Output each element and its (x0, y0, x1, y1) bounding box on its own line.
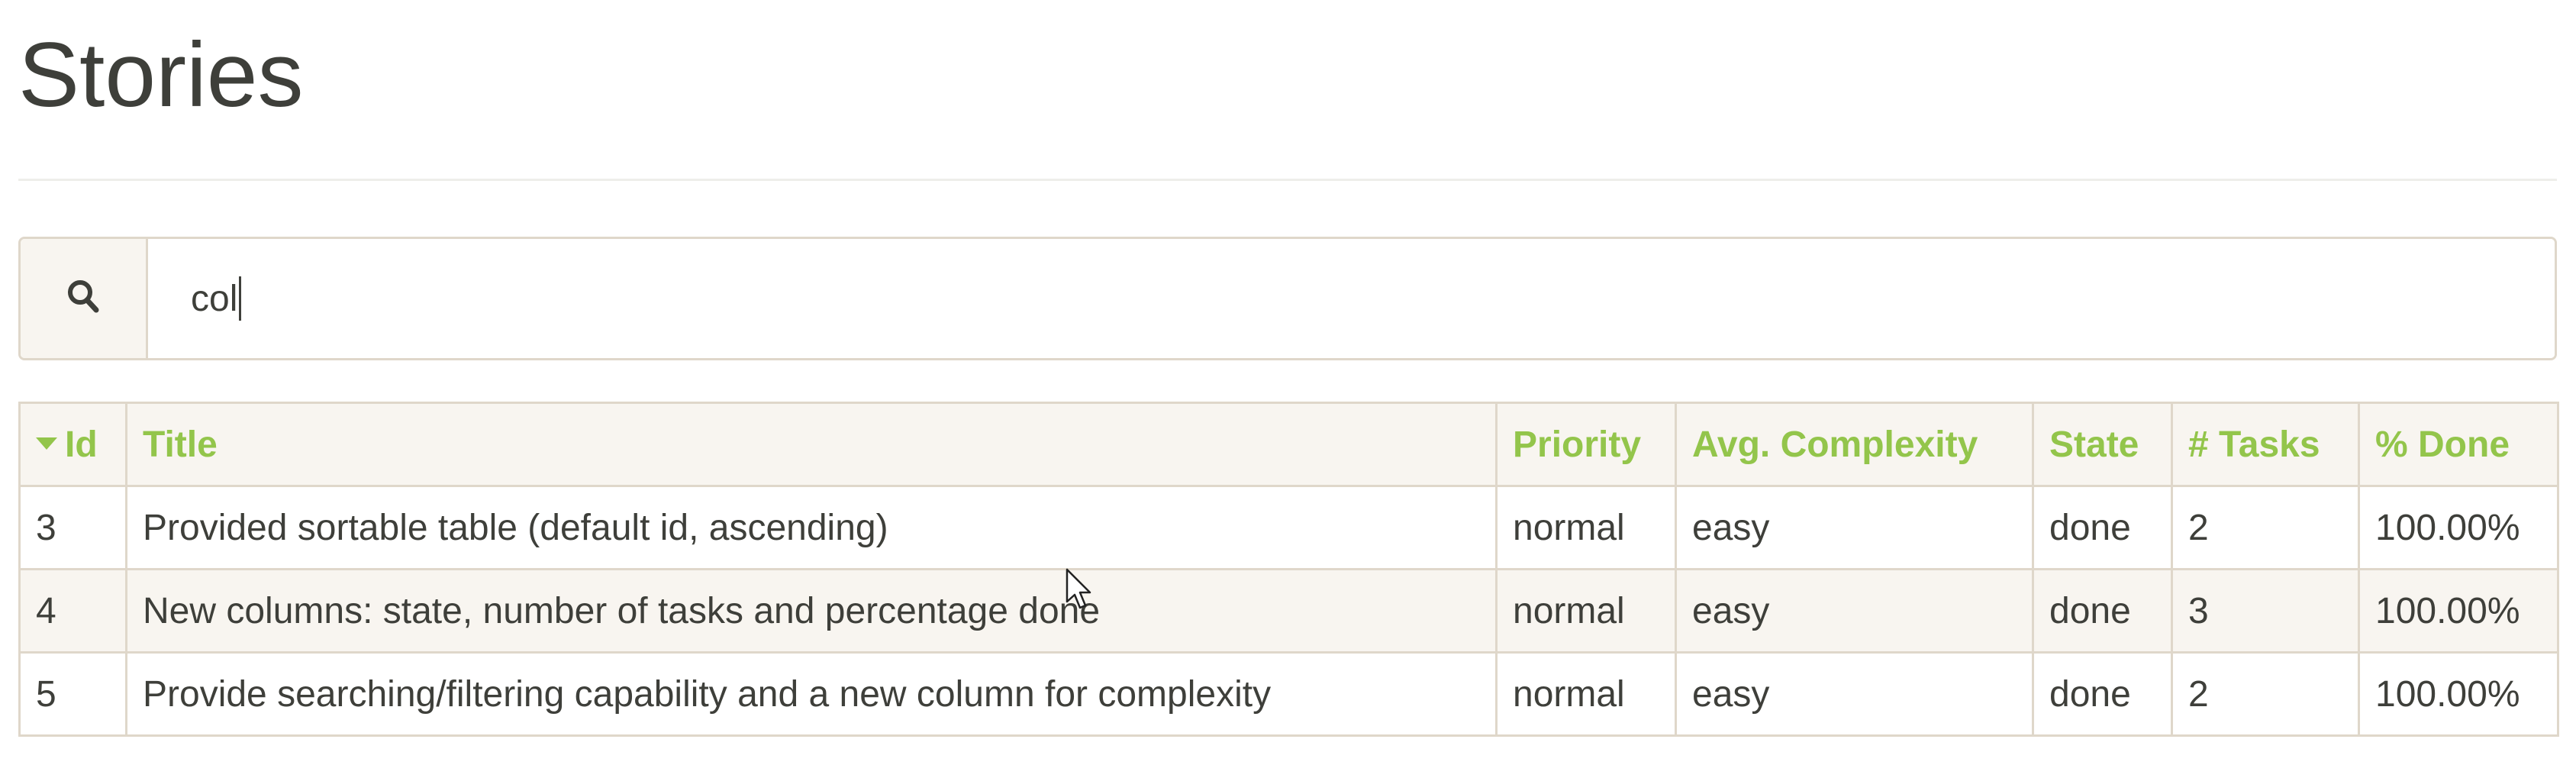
cell-title: Provided sortable table (default id, asc… (125, 485, 1498, 570)
column-header-state[interactable]: State (2032, 402, 2173, 487)
text-caret (239, 276, 242, 321)
column-header-percent-done[interactable]: % Done (2358, 402, 2559, 487)
cell-state: done (2032, 568, 2173, 654)
search-input[interactable]: col (148, 239, 2555, 358)
cell-percent-done: 100.00% (2358, 485, 2559, 570)
cell-complexity: easy (1675, 651, 2034, 737)
table-row[interactable]: 5 Provide searching/filtering capability… (18, 651, 2559, 737)
cell-priority: normal (1495, 651, 1677, 737)
cell-tasks: 2 (2171, 485, 2360, 570)
column-header-avg-complexity[interactable]: Avg. Complexity (1675, 402, 2034, 487)
table-header-row: Id Title Priority Avg. Complexity State … (18, 402, 2559, 487)
cell-priority: normal (1495, 485, 1677, 570)
cell-id: 5 (18, 651, 127, 737)
search-bar: col (18, 237, 2557, 360)
cell-id: 3 (18, 485, 127, 570)
column-header-tasks[interactable]: # Tasks (2171, 402, 2360, 487)
cell-state: done (2032, 485, 2173, 570)
cell-complexity: easy (1675, 485, 2034, 570)
search-icon (66, 279, 100, 319)
table-row[interactable]: 3 Provided sortable table (default id, a… (18, 485, 2559, 570)
search-input-value: col (191, 278, 238, 319)
cell-percent-done: 100.00% (2358, 568, 2559, 654)
column-header-priority[interactable]: Priority (1495, 402, 1677, 487)
page-title: Stories (18, 24, 304, 126)
cell-priority: normal (1495, 568, 1677, 654)
cell-tasks: 2 (2171, 651, 2360, 737)
cell-title: Provide searching/filtering capability a… (125, 651, 1498, 737)
cell-state: done (2032, 651, 2173, 737)
cell-title: New columns: state, number of tasks and … (125, 568, 1498, 654)
stories-table: Id Title Priority Avg. Complexity State … (18, 402, 2559, 737)
cell-percent-done: 100.00% (2358, 651, 2559, 737)
title-divider (18, 179, 2557, 181)
sort-caret-down-icon (36, 437, 57, 450)
cell-id: 4 (18, 568, 127, 654)
column-header-title[interactable]: Title (125, 402, 1498, 487)
table-row[interactable]: 4 New columns: state, number of tasks an… (18, 568, 2559, 654)
cell-tasks: 3 (2171, 568, 2360, 654)
column-header-id[interactable]: Id (18, 402, 127, 487)
search-icon-addon[interactable] (21, 239, 148, 358)
cell-complexity: easy (1675, 568, 2034, 654)
